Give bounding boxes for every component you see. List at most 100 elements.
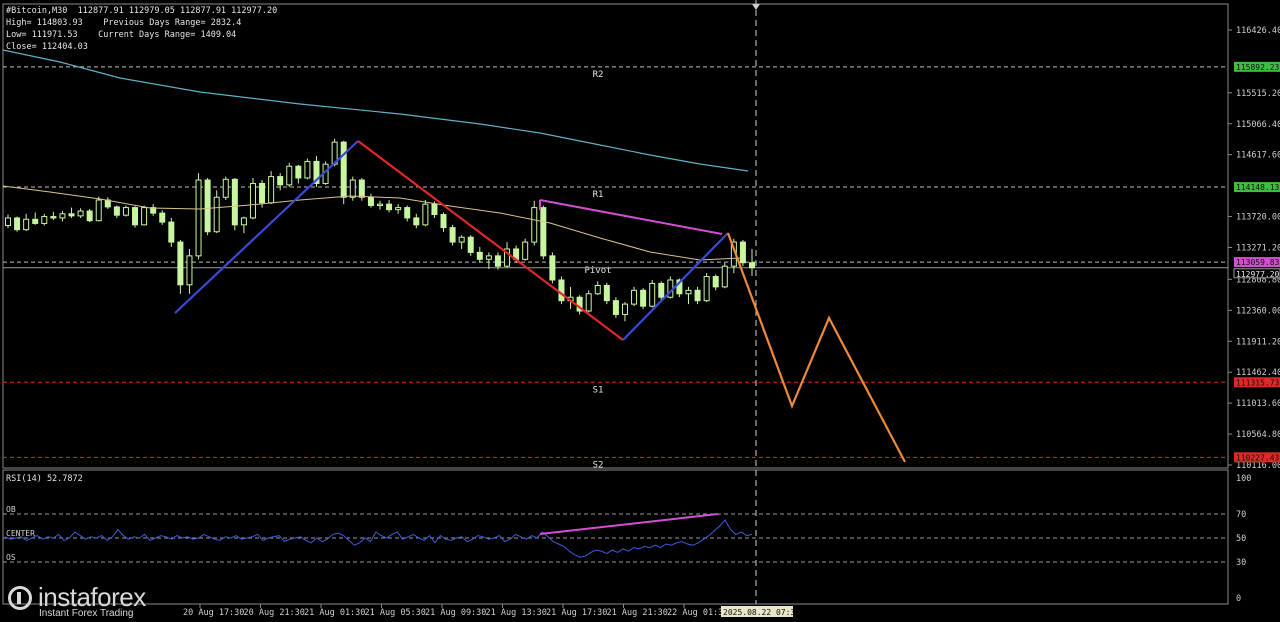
candle-body xyxy=(540,207,547,257)
candle-body xyxy=(122,207,129,216)
level-label-s2: S2 xyxy=(593,460,604,470)
logo-tagline: Instant Forex Trading xyxy=(39,608,134,619)
candle-body xyxy=(658,282,665,298)
close-info-line: Close= 112404.03 xyxy=(6,42,88,52)
candle-body xyxy=(32,218,39,224)
candle-body xyxy=(50,216,57,219)
candle-body xyxy=(494,255,501,267)
y-tick-label: 111462.40 xyxy=(1236,368,1280,378)
candle-body xyxy=(721,265,728,288)
chart-canvas[interactable]: 116426.40 115515.20 115066.40 114617.60 1137… xyxy=(0,0,1280,622)
candle-body xyxy=(585,293,592,312)
candle-body xyxy=(712,276,719,288)
candle-body xyxy=(277,176,284,186)
candle-body xyxy=(476,251,483,260)
candle-body xyxy=(68,213,75,217)
candle-body xyxy=(640,289,647,307)
candle-body xyxy=(413,217,420,226)
candle-body xyxy=(449,227,456,243)
candle-body xyxy=(594,284,601,295)
y-tick-label: 115066.40 xyxy=(1236,120,1280,130)
candle-body xyxy=(168,221,175,243)
candle-body xyxy=(649,282,656,307)
candle-body xyxy=(222,178,229,198)
candle-body xyxy=(295,165,302,179)
x-tick-label: 20 Aug 21:30 xyxy=(244,608,305,618)
time-cursor-marker xyxy=(752,4,760,10)
symbol-info-line: #Bitcoin,M30 112877.91 112979.05 112877.… xyxy=(6,6,278,16)
candle-body xyxy=(485,255,492,260)
candle-body xyxy=(612,300,619,315)
rsi-tick-label: 50 xyxy=(1236,534,1246,544)
price-divergence-line xyxy=(539,199,723,235)
trading-chart-window[interactable]: 116426.40 115515.20 115066.40 114617.60 1137… xyxy=(0,0,1280,622)
candle-body xyxy=(422,203,429,226)
candle-body xyxy=(367,196,374,207)
candle-body xyxy=(694,289,701,302)
candle-body xyxy=(95,199,102,222)
rsi-tick-label: 100 xyxy=(1236,474,1251,484)
candle-body xyxy=(349,179,356,198)
time-cursor-label: 2025.08.22 07:30 xyxy=(723,608,800,617)
instaforex-logo: instaforex Instant Forex Trading xyxy=(8,582,178,620)
x-tick-label: 21 Aug 05:30 xyxy=(365,608,426,618)
rsi-level-label: OS xyxy=(6,553,16,562)
level-price-label: 110227.43 xyxy=(1236,453,1280,462)
candle-body xyxy=(703,276,710,302)
candle-body xyxy=(304,160,311,179)
candle-body xyxy=(59,213,66,219)
level-label-r2: R2 xyxy=(593,70,604,80)
rsi-divergence-line xyxy=(539,513,719,535)
rsi-tick-label: 0 xyxy=(1236,594,1241,604)
rsi-tick-label: 30 xyxy=(1236,558,1246,568)
candle-body xyxy=(631,289,638,305)
x-tick-label: 20 Aug 17:30 xyxy=(183,608,244,618)
x-tick-label: 21 Aug 09:30 xyxy=(425,608,486,618)
level-price-label: 115892.23 xyxy=(1236,63,1280,72)
zigzag-down-leg xyxy=(357,140,624,341)
candle-body xyxy=(739,241,746,264)
candle-body xyxy=(404,207,411,219)
x-tick-label: 21 Aug 21:30 xyxy=(607,608,668,618)
candle-body xyxy=(159,212,166,223)
y-tick-label: 110116.00 xyxy=(1236,461,1280,471)
candle-body xyxy=(77,210,84,217)
level-price-label: 113059.83 xyxy=(1236,258,1280,267)
x-tick-label: 21 Aug 01:30 xyxy=(304,608,365,618)
candle-body xyxy=(86,210,93,222)
level-price-label: 111315.73 xyxy=(1236,378,1280,387)
candle-body xyxy=(621,303,628,315)
candle-body xyxy=(458,236,465,243)
candle-body xyxy=(522,241,529,260)
candle-body xyxy=(41,216,48,224)
instaforex-logo-icon xyxy=(8,586,32,610)
candle-body xyxy=(186,255,193,286)
high-info-line: High= 114803.93 Previous Days Range= 283… xyxy=(6,18,242,28)
candle-body xyxy=(231,178,238,226)
y-tick-label: 112360.00 xyxy=(1236,306,1280,316)
candle-body xyxy=(113,206,120,216)
candle-body xyxy=(141,207,148,226)
rsi-line xyxy=(4,519,753,558)
candle-body xyxy=(749,262,755,269)
candle-body xyxy=(177,241,184,286)
x-tick-label: 21 Aug 13:30 xyxy=(486,608,547,618)
candle-body xyxy=(395,207,402,211)
rsi-title: RSI(14) 52.7872 xyxy=(6,474,83,484)
y-tick-label: 115515.20 xyxy=(1236,89,1280,99)
low-info-line: Low= 111971.53 Current Days Range= 1409.… xyxy=(6,30,237,40)
x-tick-label: 21 Aug 17:30 xyxy=(546,608,607,618)
candle-body xyxy=(340,141,347,198)
candle-body xyxy=(5,217,11,227)
x-tick-label: 22 Aug 01:30 xyxy=(667,608,728,618)
level-label-r1: R1 xyxy=(593,190,604,200)
candle-body xyxy=(240,217,247,226)
candle-body xyxy=(467,236,474,253)
level-label-s1: S1 xyxy=(593,385,604,395)
level-price-label: 114148.13 xyxy=(1236,183,1280,192)
candle-body xyxy=(268,176,275,204)
candle-body xyxy=(23,218,30,231)
candle-body xyxy=(558,279,565,302)
zigzag-up-leg-1 xyxy=(174,140,359,314)
y-tick-label: 111911.20 xyxy=(1236,337,1280,347)
